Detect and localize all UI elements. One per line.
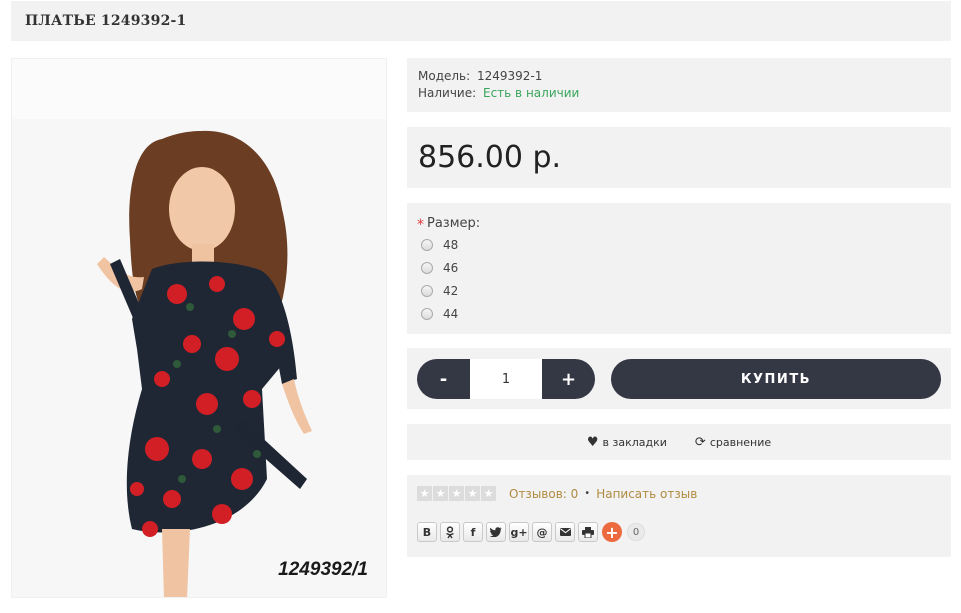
write-review-link[interactable]: Написать отзыв — [596, 487, 697, 501]
size-option-label: 44 — [443, 306, 459, 321]
size-option-label: 48 — [443, 237, 459, 252]
twitter-share-button[interactable] — [486, 522, 506, 542]
size-label: Размер: — [427, 215, 481, 231]
heart-icon: ♥ — [586, 434, 599, 450]
size-option-label: 46 — [443, 260, 459, 275]
twitter-icon — [490, 527, 502, 537]
email-share-button[interactable] — [555, 522, 575, 542]
page-title: ПЛАТЬЕ 1249392-1 — [25, 13, 187, 29]
odnoklassniki-share-button[interactable] — [440, 522, 460, 542]
rating-row: ★ ★ ★ ★ ★ Отзывов: 0 • Написать отзыв — [417, 486, 941, 501]
odnoklassniki-icon — [446, 525, 454, 538]
more-share-button[interactable]: + — [602, 522, 622, 542]
product-actions: ♥ в закладки ⟳ сравнение — [407, 424, 951, 460]
purchase-panel: - 1 + КУПИТЬ — [407, 348, 951, 409]
printer-icon — [582, 526, 594, 538]
size-radio[interactable] — [421, 238, 433, 251]
size-radio[interactable] — [421, 261, 433, 274]
star-icon: ★ — [417, 486, 432, 501]
vkontakte-share-button[interactable]: В — [417, 522, 437, 542]
product-info: Модель: 1249392-1 Наличие: Есть в наличи… — [407, 58, 951, 112]
envelope-icon — [559, 528, 571, 536]
buy-button[interactable]: КУПИТЬ — [611, 359, 941, 399]
stock-row: Наличие: Есть в наличии — [418, 85, 940, 102]
size-radio[interactable] — [421, 284, 433, 297]
price-panel: 856.00 р. — [407, 127, 951, 188]
product-image[interactable]: 1249392/1 — [11, 58, 387, 598]
star-icon: ★ — [433, 486, 448, 501]
star-icon: ★ — [465, 486, 480, 501]
size-option-heading: * Размер: — [417, 213, 941, 234]
add-to-wishlist-link[interactable]: ♥ в закладки — [587, 435, 667, 450]
reviews-panel: ★ ★ ★ ★ ★ Отзывов: 0 • Написать отзыв В … — [407, 475, 951, 557]
size-radio[interactable] — [421, 307, 433, 320]
star-icon: ★ — [481, 486, 496, 501]
share-buttons: В f g+ @ + 0 — [417, 522, 941, 542]
size-options: * Размер: 48 46 42 44 — [407, 203, 951, 334]
image-caption: 1249392/1 — [278, 559, 368, 580]
quantity-stepper: - 1 + — [417, 359, 595, 399]
print-share-button[interactable] — [578, 522, 598, 542]
size-option-44[interactable]: 44 — [417, 302, 941, 325]
quantity-increase-button[interactable]: + — [542, 359, 595, 399]
separator-dot: • — [584, 488, 591, 499]
title-bar: ПЛАТЬЕ 1249392-1 — [11, 1, 951, 41]
rating-stars: ★ ★ ★ ★ ★ — [417, 486, 497, 501]
reviews-count-link[interactable]: Отзывов: 0 — [509, 487, 578, 501]
quantity-input[interactable]: 1 — [470, 359, 542, 399]
stock-label: Наличие: — [418, 86, 477, 100]
model-row: Модель: 1249392-1 — [418, 68, 940, 85]
wishlist-label: в закладки — [602, 435, 667, 449]
add-to-compare-link[interactable]: ⟳ сравнение — [695, 435, 771, 450]
size-option-48[interactable]: 48 — [417, 233, 941, 256]
quantity-decrease-button[interactable]: - — [417, 359, 470, 399]
size-option-46[interactable]: 46 — [417, 256, 941, 279]
compare-label: сравнение — [709, 435, 772, 449]
dress-photo-illustration — [12, 119, 386, 597]
model-value: 1249392-1 — [477, 69, 543, 83]
product-price: 856.00 р. — [418, 140, 562, 175]
google-plus-share-button[interactable]: g+ — [509, 522, 529, 542]
size-option-42[interactable]: 42 — [417, 279, 941, 302]
refresh-icon: ⟳ — [694, 434, 706, 450]
model-label: Модель: — [418, 69, 471, 83]
facebook-share-button[interactable]: f — [463, 522, 483, 542]
size-option-label: 42 — [443, 283, 459, 298]
stock-status: Есть в наличии — [483, 86, 580, 100]
required-mark: * — [417, 217, 424, 233]
share-count: 0 — [627, 523, 645, 541]
mail-ru-share-button[interactable]: @ — [532, 522, 552, 542]
star-icon: ★ — [449, 486, 464, 501]
